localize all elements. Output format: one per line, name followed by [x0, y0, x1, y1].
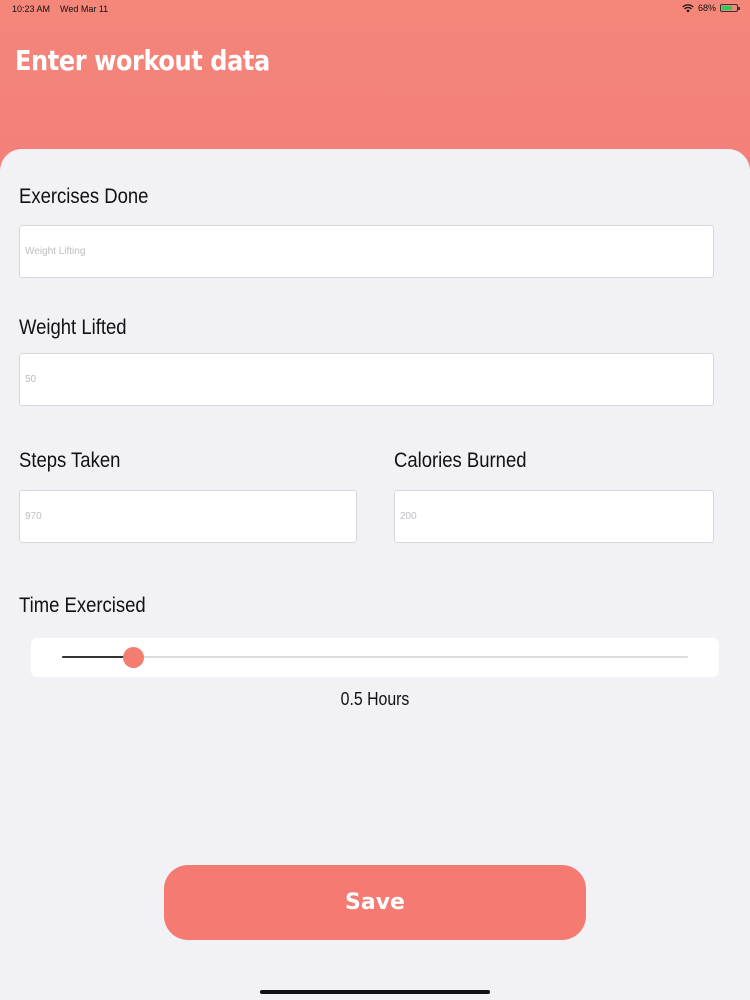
- battery-level: [722, 6, 732, 10]
- battery-icon: [720, 4, 740, 12]
- battery-percent: 68%: [697, 3, 716, 13]
- weight-input[interactable]: [19, 353, 714, 406]
- status-time: 10:23 AM: [12, 4, 51, 14]
- time-slider-track[interactable]: [62, 656, 688, 658]
- exercises-input[interactable]: [19, 225, 714, 278]
- exercises-label: Exercises Done: [19, 185, 149, 208]
- page-title: Enter workout data: [15, 44, 270, 77]
- steps-label: Steps Taken: [19, 449, 121, 472]
- time-slider-card: [31, 638, 719, 677]
- steps-input[interactable]: [19, 490, 357, 543]
- home-indicator: [260, 990, 490, 994]
- time-slider-thumb[interactable]: [122, 647, 144, 668]
- status-bar: 10:23 AM Wed Mar 11 68%: [0, 0, 750, 18]
- calories-input[interactable]: [394, 490, 714, 543]
- time-value-text: 0.5 Hours: [340, 689, 410, 709]
- save-button[interactable]: Save: [164, 865, 586, 940]
- status-date: Wed Mar 11: [60, 4, 109, 14]
- time-value: 0.5 Hours: [0, 689, 750, 710]
- wifi-icon: [682, 3, 694, 13]
- weight-label: Weight Lifted: [19, 316, 127, 339]
- status-indicators: 68%: [682, 3, 740, 13]
- time-label: Time Exercised: [19, 594, 146, 617]
- calories-label: Calories Burned: [394, 449, 527, 472]
